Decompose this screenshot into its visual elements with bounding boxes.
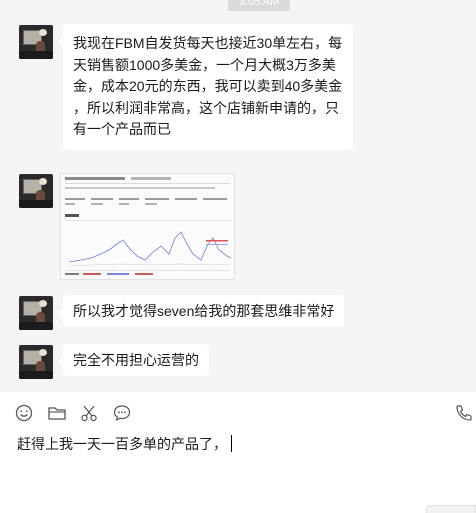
text-cursor [231, 435, 232, 452]
avatar[interactable] [19, 25, 53, 59]
message-input-text: 赶得上我一天一百多单的产品了， [17, 436, 227, 452]
avatar[interactable] [19, 296, 53, 330]
message-text: 完全不用担心运营的 [73, 352, 199, 368]
chat-bubble-icon[interactable] [112, 403, 132, 423]
message-text: 所以我才觉得seven给我的那套思维非常好 [73, 303, 335, 319]
emoji-icon[interactable] [14, 403, 34, 423]
message-bubble[interactable]: 我现在FBM自发货每天也接近30单左右，每 天销售额1000多美金，一个月大概3… [58, 24, 353, 150]
message-timestamp: 3:05 AM [228, 0, 290, 11]
scissors-icon[interactable] [79, 403, 99, 423]
screenshot-thumbnail [61, 174, 234, 279]
chat-history: 3:05 AM 我现在FBM自发货每天也接近30单左右，每 天销售额1000多美… [0, 0, 476, 392]
send-button[interactable] [426, 505, 476, 513]
message-text: 我现在FBM自发货每天也接近30单左右，每 天销售额1000多美金，一个月大概3… [73, 35, 343, 137]
input-toolbar [0, 392, 476, 432]
avatar[interactable] [19, 174, 53, 208]
message-input[interactable]: 赶得上我一天一百多单的产品了， [17, 434, 457, 456]
message-bubble[interactable]: 完全不用担心运营的 [58, 344, 209, 376]
folder-icon[interactable] [47, 403, 67, 423]
avatar[interactable] [19, 345, 53, 379]
phone-icon[interactable] [454, 403, 474, 423]
message-bubble[interactable]: 所以我才觉得seven给我的那套思维非常好 [57, 295, 345, 327]
image-message[interactable] [60, 173, 235, 280]
